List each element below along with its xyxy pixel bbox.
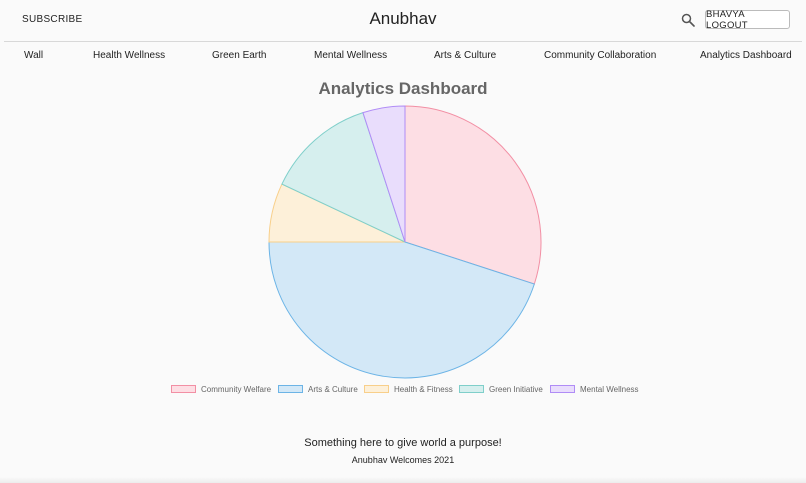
category-nav: Wall Health Wellness Green Earth Mental … xyxy=(0,50,806,64)
chart-legend: Community Welfare Arts & Culture Health … xyxy=(0,383,806,395)
nav-item-health-wellness[interactable]: Health Wellness xyxy=(93,50,165,61)
search-icon[interactable] xyxy=(681,13,695,27)
legend-label-arts-culture: Arts & Culture xyxy=(308,384,358,394)
nav-item-mental-wellness[interactable]: Mental Wellness xyxy=(314,50,387,61)
legend-item-green-initiative[interactable]: Green Initiative xyxy=(459,383,543,395)
legend-label-mental-wellness: Mental Wellness xyxy=(580,384,639,394)
footer-tagline: Something here to give world a purpose! xyxy=(304,437,502,449)
pie-slice-community-welfare[interactable] xyxy=(404,105,542,285)
header-divider xyxy=(4,41,802,42)
legend-swatch-health-fitness xyxy=(364,385,389,393)
footer-credit: Anubhav Welcomes 2021 xyxy=(351,455,455,465)
legend-item-arts-culture[interactable]: Arts & Culture xyxy=(278,383,358,395)
pie-slice-mental-wellness[interactable] xyxy=(362,105,406,243)
legend-item-health-fitness[interactable]: Health & Fitness xyxy=(364,383,453,395)
legend-label-community-welfare: Community Welfare xyxy=(201,384,272,394)
legend-swatch-green-initiative xyxy=(459,385,484,393)
nav-item-wall[interactable]: Wall xyxy=(24,50,43,61)
legend-label-green-initiative: Green Initiative xyxy=(489,384,543,394)
top-bar: SUBSCRIBE Anubhav BHAVYA LOGOUT xyxy=(0,0,806,41)
pie-slice-green-initiative[interactable] xyxy=(281,112,406,243)
nav-item-arts-culture[interactable]: Arts & Culture xyxy=(434,50,496,61)
legend-item-mental-wellness[interactable]: Mental Wellness xyxy=(550,383,639,395)
legend-item-community-welfare[interactable]: Community Welfare xyxy=(171,383,271,395)
nav-item-community-collaboration[interactable]: Community Collaboration xyxy=(544,50,656,61)
nav-item-analytics-dashboard[interactable]: Analytics Dashboard xyxy=(700,50,792,61)
legend-swatch-mental-wellness xyxy=(550,385,575,393)
legend-swatch-community-welfare xyxy=(171,385,196,393)
legend-swatch-arts-culture xyxy=(278,385,303,393)
nav-item-green-earth[interactable]: Green Earth xyxy=(212,50,266,61)
legend-label-health-fitness: Health & Fitness xyxy=(394,384,453,394)
bottom-shade xyxy=(0,477,806,483)
pie-chart xyxy=(268,105,542,379)
pie-slice-arts-culture[interactable] xyxy=(268,241,535,379)
chart-title: Analytics Dashboard xyxy=(318,79,488,98)
logout-button[interactable]: BHAVYA LOGOUT xyxy=(705,9,790,31)
pie-slice-health-fitness[interactable] xyxy=(268,183,406,243)
